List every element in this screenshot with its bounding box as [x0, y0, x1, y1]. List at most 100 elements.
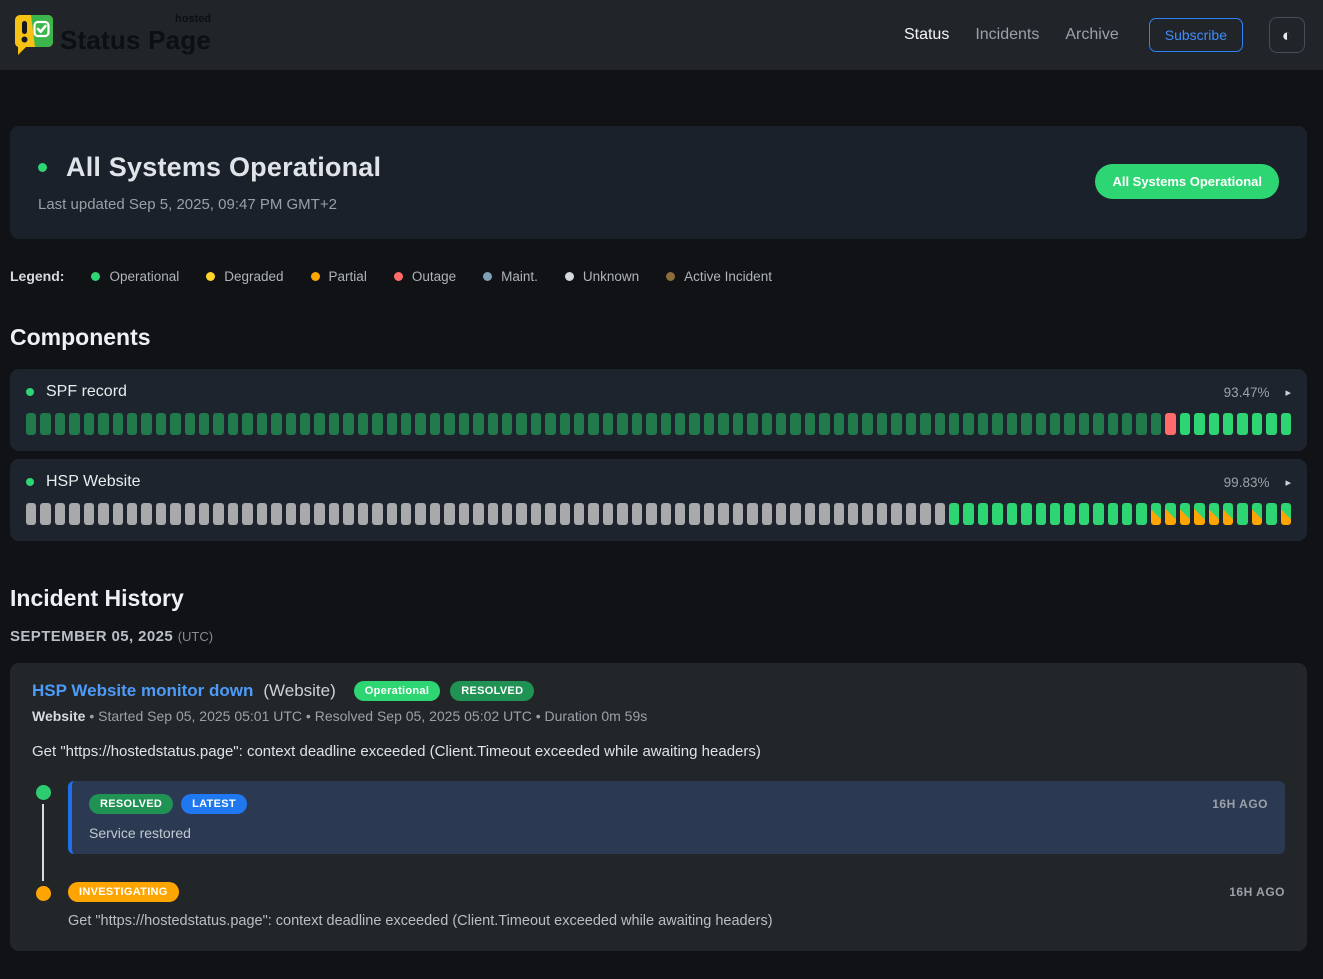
banner-left: All Systems Operational Last updated Sep…	[38, 152, 381, 213]
uptime-bar	[329, 413, 339, 435]
uptime-bar	[127, 413, 137, 435]
nav-link-status[interactable]: Status	[904, 26, 949, 44]
uptime-bar	[906, 413, 916, 435]
component-card-header[interactable]: SPF record93.47%▸	[26, 383, 1291, 401]
legend-item-outage: Outage	[394, 269, 456, 284]
uptime-bar	[300, 503, 310, 525]
uptime-bar	[113, 503, 123, 525]
uptime-bar	[286, 413, 296, 435]
update-message: Get "https://hostedstatus.page": context…	[68, 913, 1285, 929]
uptime-bar	[415, 503, 425, 525]
uptime-bar	[733, 413, 743, 435]
uptime-bar	[848, 503, 858, 525]
uptime-bar	[257, 503, 267, 525]
badge-latest: LATEST	[181, 794, 247, 814]
uptime-bar	[877, 413, 887, 435]
incident-meta-details: • Started Sep 05, 2025 05:01 UTC • Resol…	[85, 708, 647, 724]
uptime-bar	[1122, 503, 1132, 525]
uptime-bar	[473, 413, 483, 435]
uptime-bar	[1209, 503, 1219, 525]
uptime-bar	[805, 503, 815, 525]
uptime-bar	[84, 503, 94, 525]
component-name-wrap: SPF record	[26, 383, 1224, 401]
legend: Legend: OperationalDegradedPartialOutage…	[10, 268, 1307, 284]
legend-item-maint-: Maint.	[483, 269, 538, 284]
uptime-bar	[502, 503, 512, 525]
uptime-bar	[920, 413, 930, 435]
badge-investigating: INVESTIGATING	[68, 882, 179, 902]
uptime-bar	[1079, 413, 1089, 435]
uptime-bar	[26, 413, 36, 435]
uptime-bar	[314, 503, 324, 525]
uptime-bar	[790, 503, 800, 525]
legend-item-unknown: Unknown	[565, 269, 639, 284]
uptime-bar	[1064, 503, 1074, 525]
uptime-bar	[488, 413, 498, 435]
uptime-bar	[1136, 503, 1146, 525]
component-card-header[interactable]: HSP Website99.83%▸	[26, 473, 1291, 491]
uptime-bar	[891, 503, 901, 525]
uptime-bar	[819, 503, 829, 525]
component-card: HSP Website99.83%▸	[10, 459, 1307, 541]
expand-arrow-icon[interactable]: ▸	[1285, 476, 1291, 489]
uptime-bar	[84, 413, 94, 435]
uptime-bar	[560, 413, 570, 435]
brand-logo: hosted Status Page	[12, 13, 211, 57]
update-timestamp: 16H AGO	[1212, 797, 1268, 811]
legend-item-label: Unknown	[583, 269, 639, 284]
incident-title-link[interactable]: HSP Website monitor down	[32, 681, 253, 701]
component-status-dot	[26, 478, 34, 486]
incident-card: HSP Website monitor down (Website) Opera…	[10, 663, 1307, 951]
component-status-dot	[26, 388, 34, 396]
uptime-bar	[776, 503, 786, 525]
update-message: Service restored	[89, 825, 1268, 841]
uptime-bar	[848, 413, 858, 435]
uptime-bar	[906, 503, 916, 525]
page-content: All Systems Operational Last updated Sep…	[10, 126, 1307, 951]
brand-superscript: hosted	[175, 13, 211, 25]
uptime-bar	[718, 503, 728, 525]
uptime-bar	[372, 413, 382, 435]
uptime-bar	[358, 503, 368, 525]
legend-status-dot	[483, 272, 492, 281]
subscribe-button[interactable]: Subscribe	[1149, 18, 1243, 52]
uptime-bar	[1064, 413, 1074, 435]
legend-status-dot	[565, 272, 574, 281]
uptime-bar	[963, 413, 973, 435]
uptime-bar	[98, 503, 108, 525]
uptime-bar	[213, 413, 223, 435]
incident-update: RESOLVEDLATEST16H AGOService restored	[32, 781, 1285, 854]
uptime-bar	[978, 413, 988, 435]
uptime-bar	[430, 503, 440, 525]
uptime-bar	[704, 503, 714, 525]
uptime-bar	[55, 503, 65, 525]
update-header: INVESTIGATING 16H AGO	[68, 882, 1285, 902]
component-name: HSP Website	[46, 473, 141, 491]
uptime-bar	[733, 503, 743, 525]
badge-operational: Operational	[354, 681, 440, 701]
uptime-bar	[228, 503, 238, 525]
nav-link-archive[interactable]: Archive	[1065, 26, 1118, 44]
uptime-bar	[459, 413, 469, 435]
legend-item-operational: Operational	[91, 269, 179, 284]
incident-date: SEPTEMBER 05, 2025	[10, 628, 173, 645]
uptime-bar	[1237, 413, 1247, 435]
update-timestamp: 16H AGO	[1229, 885, 1285, 899]
legend-item-label: Degraded	[224, 269, 283, 284]
uptime-bar	[170, 413, 180, 435]
uptime-bar	[156, 413, 166, 435]
uptime-bar	[98, 413, 108, 435]
status-page-logo-icon	[12, 13, 54, 57]
overall-status-dot	[38, 163, 47, 172]
uptime-bar	[646, 413, 656, 435]
uptime-bars	[26, 503, 1291, 525]
uptime-bar	[113, 413, 123, 435]
uptime-bar	[170, 503, 180, 525]
legend-item-label: Operational	[109, 269, 179, 284]
nav-link-incidents[interactable]: Incidents	[975, 26, 1039, 44]
theme-toggle-button[interactable]: ◐	[1269, 17, 1305, 53]
expand-arrow-icon[interactable]: ▸	[1285, 386, 1291, 399]
uptime-bar	[661, 503, 671, 525]
legend-items: OperationalDegradedPartialOutageMaint.Un…	[91, 269, 772, 284]
legend-item-degraded: Degraded	[206, 269, 283, 284]
